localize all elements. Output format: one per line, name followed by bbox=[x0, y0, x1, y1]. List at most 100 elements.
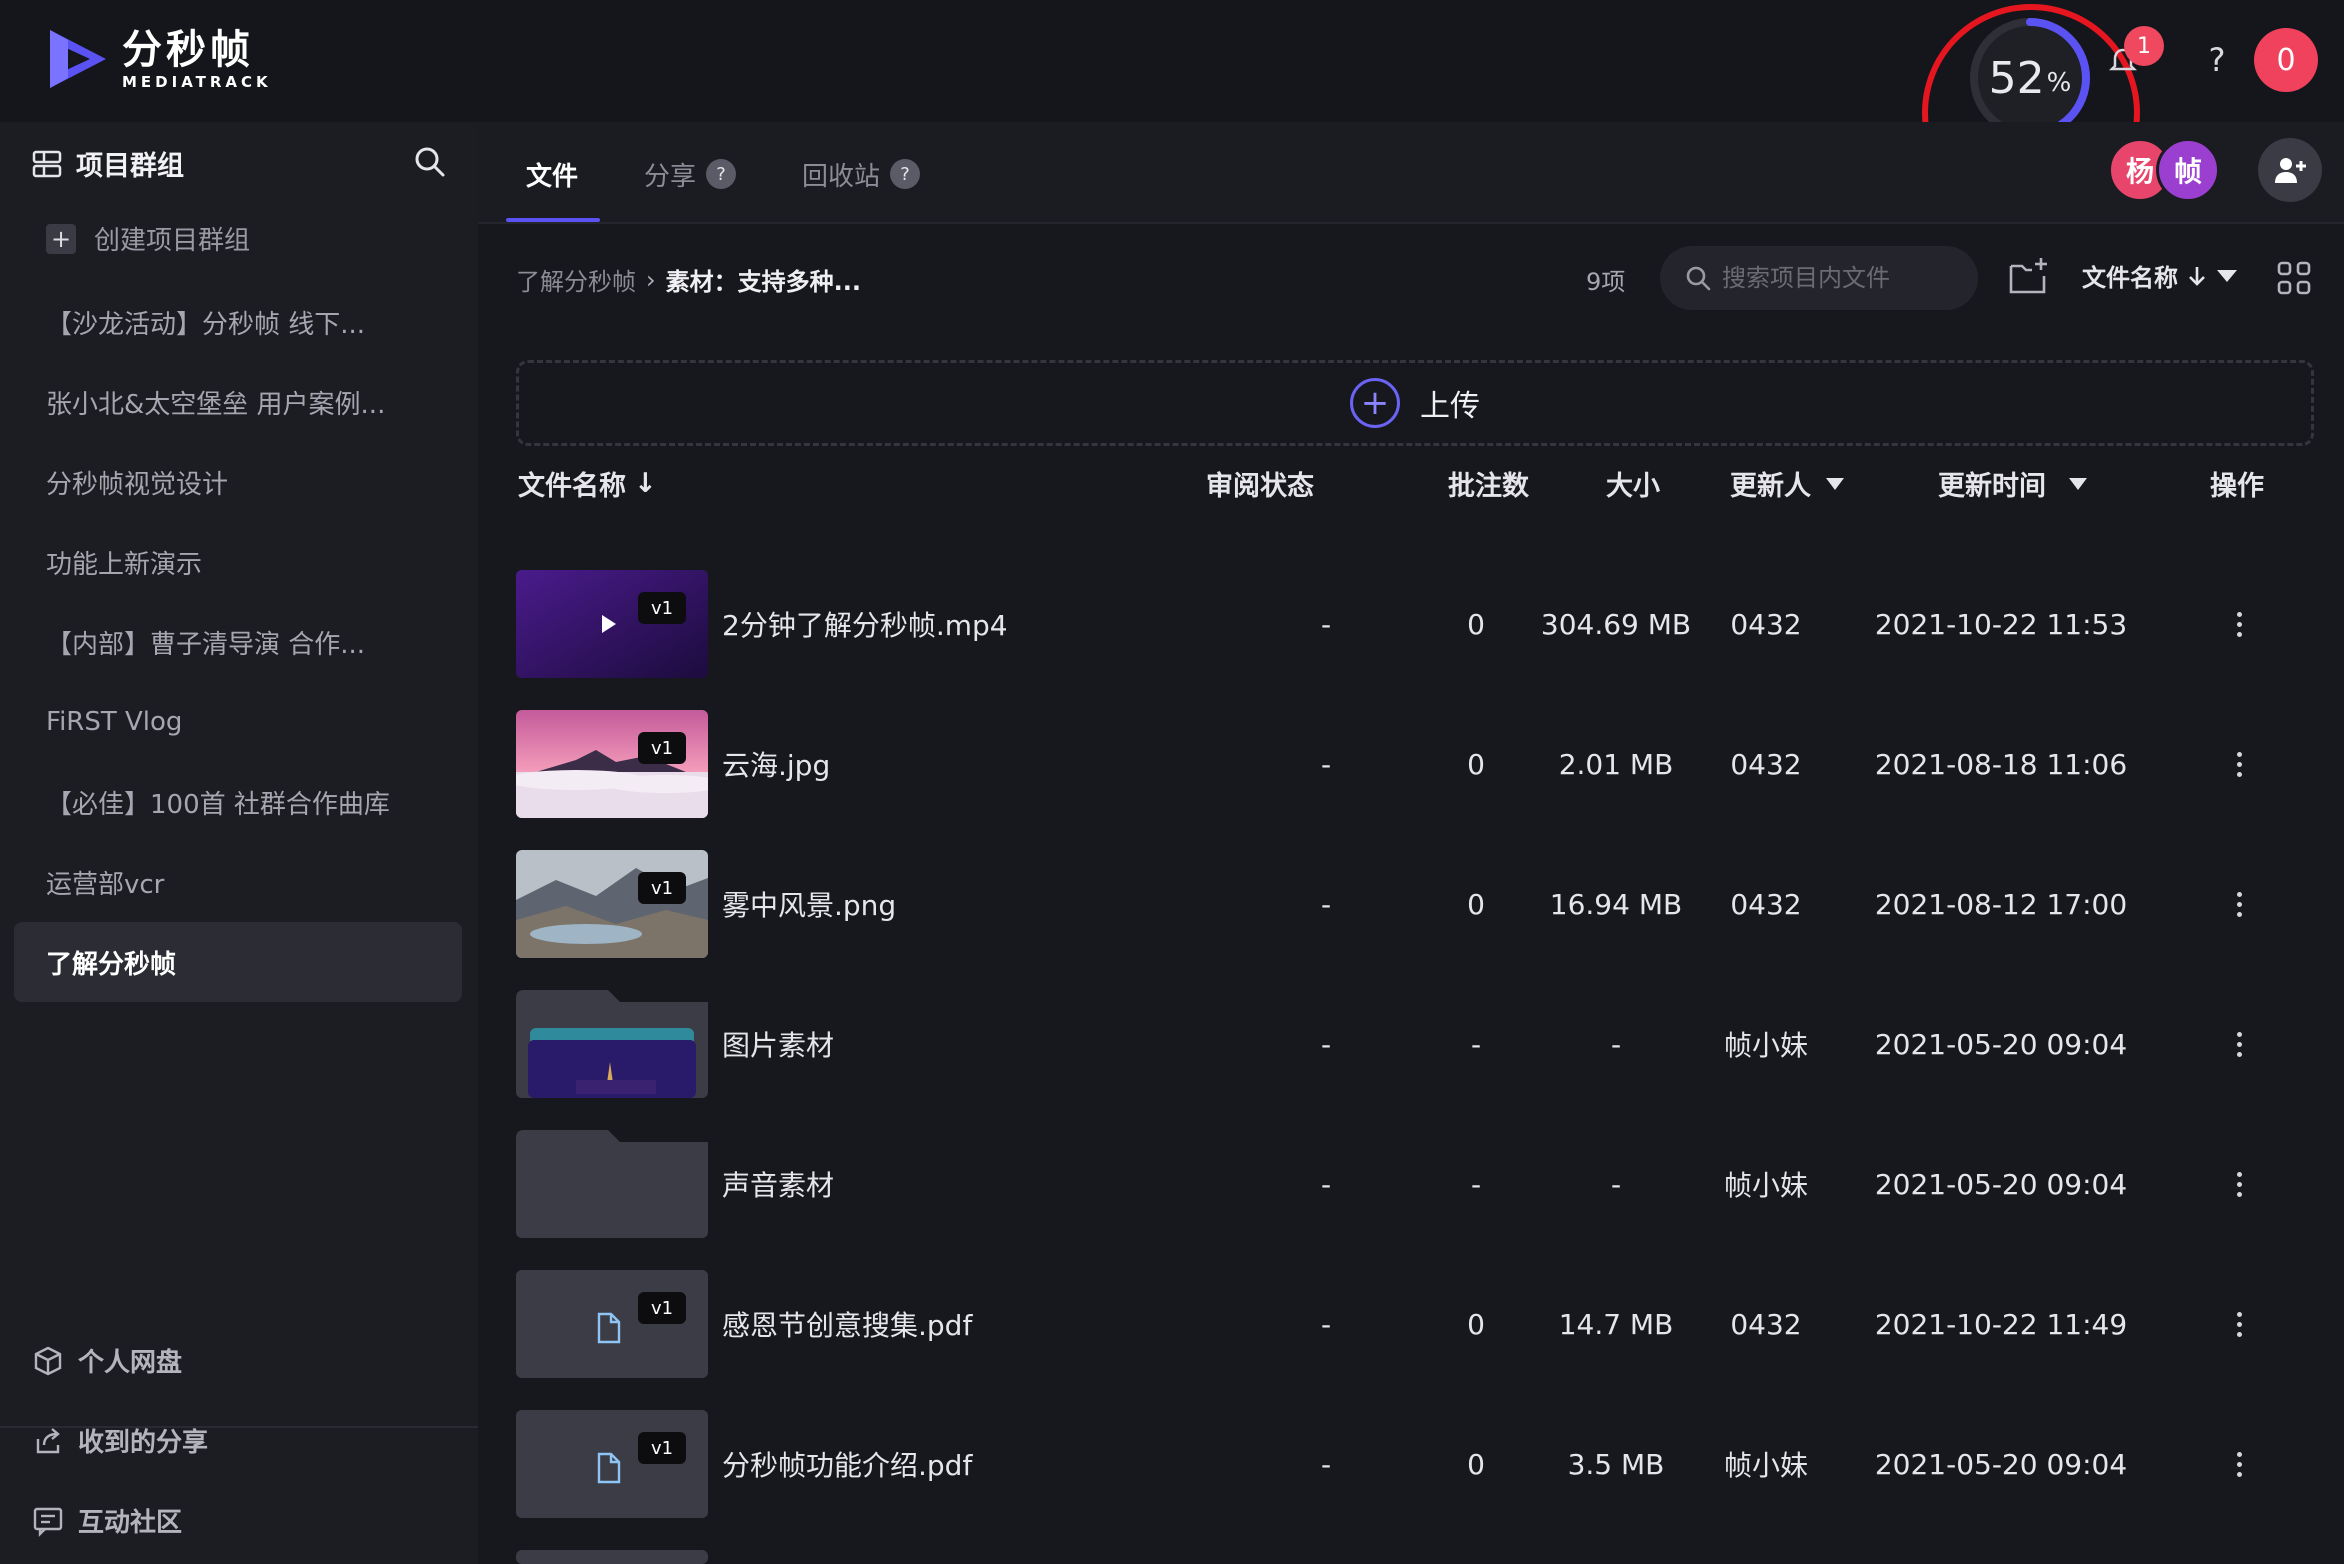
sort-dropdown[interactable]: 文件名称 bbox=[2082, 258, 2238, 293]
image-thumbnail-icon bbox=[516, 850, 708, 958]
updated-time: 2021-08-12 17:00 bbox=[1874, 887, 2128, 921]
grid-view-icon[interactable] bbox=[2276, 260, 2312, 296]
folder-name[interactable]: 图片素材 bbox=[722, 990, 834, 1098]
column-header-comments: 批注数 bbox=[1448, 471, 1529, 502]
file-name[interactable]: 云海.jpg bbox=[722, 710, 830, 818]
column-header-updated[interactable]: 更新时间 bbox=[1938, 464, 2088, 503]
member-avatar[interactable]: 帧 bbox=[2156, 138, 2220, 202]
column-header-updated-label: 更新时间 bbox=[1938, 471, 2046, 502]
more-actions-icon[interactable] bbox=[2224, 1300, 2254, 1348]
updated-time: 2021-05-20 09:04 bbox=[1874, 1167, 2128, 1201]
version-badge: v1 bbox=[638, 1432, 686, 1464]
active-tab-indicator bbox=[506, 218, 600, 222]
sidebar-title: 项目群组 bbox=[76, 151, 184, 182]
document-icon bbox=[516, 1270, 708, 1378]
brand-logo[interactable]: 分秒帧 MEDIATRACK bbox=[46, 24, 272, 94]
user-avatar[interactable]: 0 bbox=[2254, 28, 2318, 92]
folder-thumbnail[interactable] bbox=[516, 990, 708, 1098]
updater: 0432 bbox=[1730, 747, 1802, 781]
file-name[interactable]: 分秒帧功能介绍.pdf bbox=[722, 1410, 972, 1518]
table-row[interactable]: v1 云海.jpg - 0 2.01 MB 0432 2021-08-18 11… bbox=[516, 710, 2314, 818]
file-thumbnail[interactable]: v1 bbox=[516, 1410, 708, 1518]
folder-thumbnail[interactable] bbox=[516, 1130, 708, 1238]
more-actions-icon[interactable] bbox=[2224, 880, 2254, 928]
tab-files[interactable]: 文件 bbox=[526, 148, 578, 200]
column-header-updater-label: 更新人 bbox=[1730, 471, 1811, 502]
logo-play-icon bbox=[50, 30, 106, 88]
sidebar-item[interactable]: 【内部】曹子清导演 合作... bbox=[14, 602, 462, 682]
notification-count-badge[interactable]: 1 bbox=[2124, 26, 2164, 66]
file-thumbnail[interactable]: v1 bbox=[516, 710, 708, 818]
column-header-updater[interactable]: 更新人 bbox=[1730, 464, 1845, 503]
more-actions-icon[interactable] bbox=[2224, 1440, 2254, 1488]
new-folder-icon[interactable] bbox=[2008, 256, 2050, 296]
upload-dropzone[interactable]: + 上传 bbox=[516, 360, 2314, 446]
plus-icon: + bbox=[46, 223, 76, 254]
updated-time: 2021-08-18 11:06 bbox=[1874, 747, 2128, 781]
brand-name-en: MEDIATRACK bbox=[122, 73, 272, 91]
file-size: - bbox=[1610, 1027, 1622, 1061]
sidebar-item-active[interactable]: 了解分秒帧 bbox=[14, 922, 462, 1002]
sidebar-item[interactable]: 张小北&太空堡垒 用户案例... bbox=[14, 362, 462, 442]
search-icon[interactable] bbox=[412, 144, 448, 180]
sidebar-item[interactable]: 【必佳】100首 社群合作曲库 bbox=[14, 762, 462, 842]
updated-time: 2021-10-22 11:49 bbox=[1874, 1307, 2128, 1341]
community-link[interactable]: 互动社区 bbox=[32, 1502, 182, 1539]
table-row[interactable]: v1 分秒帧功能介绍.pdf - 0 3.5 MB 帧小妹 2021-05-20… bbox=[516, 1410, 2314, 1518]
received-shares-link[interactable]: 收到的分享 bbox=[32, 1422, 208, 1459]
search-input[interactable] bbox=[1722, 264, 1962, 292]
sidebar-item[interactable]: FiRST Vlog bbox=[14, 682, 462, 762]
file-thumbnail[interactable]: v1 bbox=[516, 850, 708, 958]
more-actions-icon[interactable] bbox=[2224, 600, 2254, 648]
comment-count: 0 bbox=[1467, 1307, 1485, 1341]
caret-down-icon bbox=[2217, 269, 2237, 282]
file-thumbnail[interactable]: v1 bbox=[516, 570, 708, 678]
file-name[interactable]: 感恩节创意搜集.pdf bbox=[722, 1270, 972, 1378]
review-status: - bbox=[1320, 887, 1332, 921]
file-name[interactable]: 雾中风景.png bbox=[722, 850, 896, 958]
file-size: 304.69 MB bbox=[1540, 607, 1692, 641]
updater: 0432 bbox=[1730, 607, 1802, 641]
version-badge: v1 bbox=[638, 1292, 686, 1324]
create-group-button[interactable]: + 创建项目群组 bbox=[46, 220, 250, 257]
table-row[interactable]: v1 感恩节创意搜集.pdf - 0 14.7 MB 0432 2021-10-… bbox=[516, 1270, 2314, 1378]
table-row[interactable]: 图片素材 - - - 帧小妹 2021-05-20 09:04 bbox=[516, 990, 2314, 1098]
updated-time: 2021-05-20 09:04 bbox=[1874, 1447, 2128, 1481]
sidebar-item[interactable]: 运营部vcr bbox=[14, 842, 462, 922]
tabs-bar: 文件 分享 ? 回收站 ? 杨 帧 bbox=[478, 122, 2344, 224]
more-actions-icon[interactable] bbox=[2224, 1160, 2254, 1208]
more-actions-icon[interactable] bbox=[2224, 1020, 2254, 1068]
table-row[interactable]: v1 2分钟了解分秒帧.mp4 - 0 304.69 MB 0432 2021-… bbox=[516, 570, 2314, 678]
sidebar-item[interactable]: 功能上新演示 bbox=[14, 522, 462, 602]
received-shares-label: 收到的分享 bbox=[78, 1428, 209, 1458]
table-row[interactable]: v1 雾中风景.png - 0 16.94 MB 0432 2021-08-12… bbox=[516, 850, 2314, 958]
help-icon[interactable]: ? bbox=[2196, 38, 2238, 82]
file-thumbnail[interactable]: v1 bbox=[516, 1270, 708, 1378]
table-row-partial bbox=[516, 1550, 2314, 1564]
table-row[interactable]: 声音素材 - - - 帧小妹 2021-05-20 09:04 bbox=[516, 1130, 2314, 1238]
chat-icon bbox=[33, 1507, 63, 1537]
tab-recycle-bin[interactable]: 回收站 ? bbox=[802, 148, 921, 200]
sidebar-item[interactable]: 【沙龙活动】分秒帧 线下... bbox=[14, 282, 462, 362]
personal-drive-link[interactable]: 个人网盘 bbox=[32, 1342, 182, 1379]
file-size: 3.5 MB bbox=[1567, 1447, 1665, 1481]
sidebar: 项目群组 + 创建项目群组 【沙龙活动】分秒帧 线下... 张小北&太空堡垒 用… bbox=[0, 122, 478, 1564]
comment-count: - bbox=[1470, 1027, 1482, 1061]
help-icon[interactable]: ? bbox=[890, 159, 921, 189]
tab-share[interactable]: 分享 ? bbox=[644, 148, 737, 200]
sidebar-item[interactable]: 分秒帧视觉设计 bbox=[14, 442, 462, 522]
file-search[interactable] bbox=[1660, 246, 1978, 310]
folder-name[interactable]: 声音素材 bbox=[722, 1130, 834, 1238]
breadcrumb-parent[interactable]: 了解分秒帧 bbox=[516, 262, 636, 297]
plus-circle-icon: + bbox=[1350, 378, 1400, 428]
item-count: 9项 bbox=[1586, 268, 1626, 296]
breadcrumb-current: 素材：支持多种... bbox=[665, 268, 861, 296]
file-thumbnail bbox=[516, 1550, 708, 1564]
column-header-review: 审阅状态 bbox=[1206, 471, 1314, 502]
add-member-button[interactable] bbox=[2258, 138, 2322, 202]
column-header-name[interactable]: 文件名称 ↓ bbox=[518, 464, 657, 503]
file-size: 2.01 MB bbox=[1558, 747, 1674, 781]
more-actions-icon[interactable] bbox=[2224, 740, 2254, 788]
file-name[interactable]: 2分钟了解分秒帧.mp4 bbox=[722, 570, 1008, 678]
help-icon[interactable]: ? bbox=[706, 159, 737, 189]
